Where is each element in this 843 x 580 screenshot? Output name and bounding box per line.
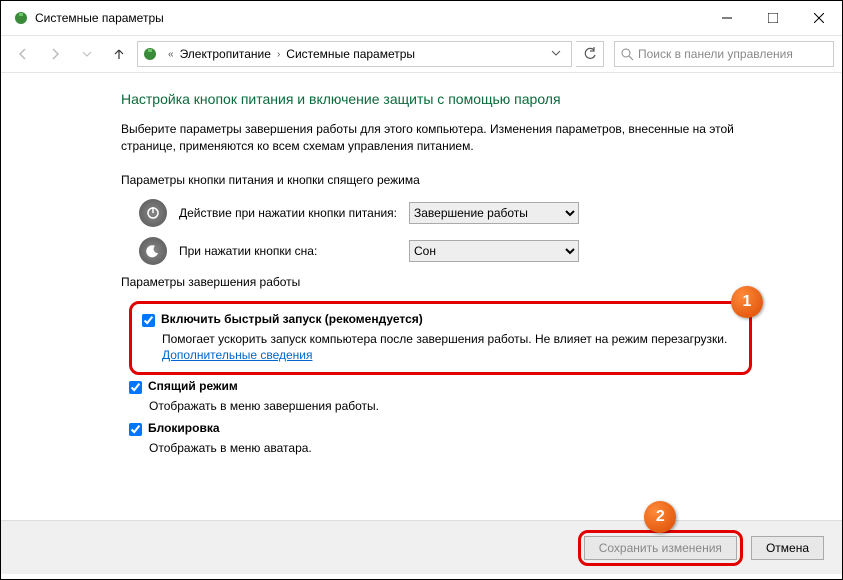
nav-back-button[interactable] <box>9 40 37 68</box>
highlight-box-2: 2 Сохранить изменения <box>578 530 743 566</box>
nav-forward-button[interactable] <box>41 40 69 68</box>
cancel-button[interactable]: Отмена <box>751 536 824 560</box>
sleep-button-action-label: При нажатии кнопки сна: <box>179 244 409 258</box>
section-buttons-label: Параметры кнопки питания и кнопки спящег… <box>121 173 752 187</box>
lock-checkbox[interactable] <box>129 423 142 436</box>
nav-up-button[interactable] <box>105 40 133 68</box>
page-heading: Настройка кнопок питания и включение защ… <box>121 91 752 107</box>
more-info-link[interactable]: Дополнительные сведения <box>162 348 312 362</box>
breadcrumb-item-2[interactable]: Системные параметры <box>286 47 415 61</box>
page-description: Выберите параметры завершения работы для… <box>121 121 752 155</box>
sleep-mode-checkbox[interactable] <box>129 381 142 394</box>
badge-1: 1 <box>731 286 763 318</box>
breadcrumb-dropdown[interactable] <box>545 47 567 61</box>
save-button[interactable]: Сохранить изменения <box>584 536 737 560</box>
minimize-button[interactable] <box>704 1 750 35</box>
search-placeholder: Поиск в панели управления <box>638 47 793 61</box>
power-button-action-label: Действие при нажатии кнопки питания: <box>179 206 409 220</box>
refresh-button[interactable] <box>576 41 604 67</box>
sleep-button-action-select[interactable]: Сон <box>409 240 579 262</box>
sleep-icon <box>139 237 167 265</box>
sleep-mode-desc: Отображать в меню завершения работы. <box>149 398 752 415</box>
highlight-box-1: 1 Включить быстрый запуск (рекомендуется… <box>129 301 752 376</box>
search-input[interactable]: Поиск в панели управления <box>614 41 834 67</box>
fast-startup-desc: Помогает ускорить запуск компьютера посл… <box>162 332 727 346</box>
chevron-right-icon: › <box>271 49 286 60</box>
breadcrumb[interactable]: « Электропитание › Системные параметры <box>137 41 572 67</box>
lock-label: Блокировка <box>148 421 220 435</box>
app-icon <box>13 10 29 26</box>
breadcrumb-sep: « <box>162 49 180 60</box>
power-icon <box>139 199 167 227</box>
badge-2: 2 <box>644 501 676 533</box>
power-button-action-select[interactable]: Завершение работы <box>409 202 579 224</box>
lock-desc: Отображать в меню аватара. <box>149 440 752 457</box>
sleep-mode-label: Спящий режим <box>148 379 238 393</box>
nav-recent-dropdown[interactable] <box>73 40 101 68</box>
breadcrumb-icon <box>142 46 158 62</box>
search-icon <box>621 48 634 61</box>
breadcrumb-item-1[interactable]: Электропитание <box>180 47 271 61</box>
window-title: Системные параметры <box>35 11 704 25</box>
fast-startup-label: Включить быстрый запуск (рекомендуется) <box>161 312 423 326</box>
section-shutdown-label: Параметры завершения работы <box>121 275 752 289</box>
close-button[interactable] <box>796 1 842 35</box>
fast-startup-checkbox[interactable] <box>142 314 155 327</box>
maximize-button[interactable] <box>750 1 796 35</box>
